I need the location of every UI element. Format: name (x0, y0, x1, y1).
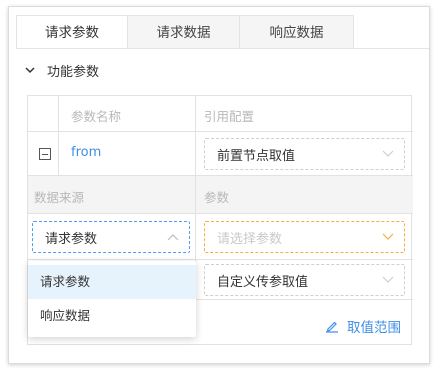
custom-value-select[interactable]: 自定义传参取值 (204, 264, 405, 296)
header-ref-config: 引用配置 (204, 109, 255, 124)
header-cell-param-name: 参数名称 (59, 96, 196, 132)
header-param-name: 参数名称 (71, 109, 122, 124)
section-title: 功能参数 (47, 64, 100, 80)
subheader-cell-param: 参数 (196, 176, 413, 214)
param-name: from (71, 145, 102, 160)
table-corner-cell (28, 96, 59, 132)
param-select-cell: 请选择参数 (196, 214, 413, 260)
custom-select-value: 自定义传参取值 (217, 274, 309, 290)
chevron-down-icon (382, 233, 394, 240)
collapse-icon[interactable] (39, 148, 51, 160)
edit-icon (326, 321, 338, 333)
param-panel: 请求参数 请求数据 响应数据 功能参数 参数名称 引用配置 from 前置节点取… (8, 6, 430, 364)
tab-request-params[interactable]: 请求参数 (16, 15, 128, 49)
chevron-down-icon (25, 67, 35, 74)
param-name-cell: from (59, 132, 196, 176)
tab-bar: 请求参数 请求数据 响应数据 (16, 15, 354, 49)
chevron-down-icon (382, 150, 394, 157)
section-header[interactable]: 功能参数 (25, 59, 99, 81)
value-range-label: 取值范围 (347, 320, 401, 336)
chevron-up-icon (167, 234, 179, 241)
subheader-param: 参数 (204, 190, 230, 205)
header-cell-ref-config: 引用配置 (196, 96, 413, 132)
tab-divider (16, 48, 429, 49)
subheader-cell-data-source: 数据来源 (28, 176, 196, 214)
param-select-placeholder: 请选择参数 (217, 231, 283, 247)
param-select[interactable]: 请选择参数 (204, 221, 405, 253)
chevron-down-icon (382, 276, 394, 283)
subheader-data-source: 数据来源 (34, 190, 85, 205)
ref-config-select[interactable]: 前置节点取值 (204, 138, 405, 170)
custom-select-cell: 自定义传参取值 (196, 260, 413, 300)
data-source-value: 请求参数 (45, 231, 98, 247)
ref-config-cell: 前置节点取值 (196, 132, 413, 176)
ref-config-value: 前置节点取值 (217, 148, 296, 164)
data-source-dropdown: 请求参数 响应数据 (28, 261, 196, 337)
tab-response-data[interactable]: 响应数据 (240, 15, 354, 49)
tab-request-data[interactable]: 请求数据 (128, 15, 240, 49)
dropdown-option-response-data[interactable]: 响应数据 (28, 299, 196, 333)
data-source-select[interactable]: 请求参数 (32, 221, 190, 253)
data-source-cell: 请求参数 (28, 214, 196, 260)
dropdown-option-request-params[interactable]: 请求参数 (28, 265, 196, 299)
collapse-cell (28, 132, 59, 176)
value-range-button[interactable]: 取值范围 (325, 316, 401, 336)
